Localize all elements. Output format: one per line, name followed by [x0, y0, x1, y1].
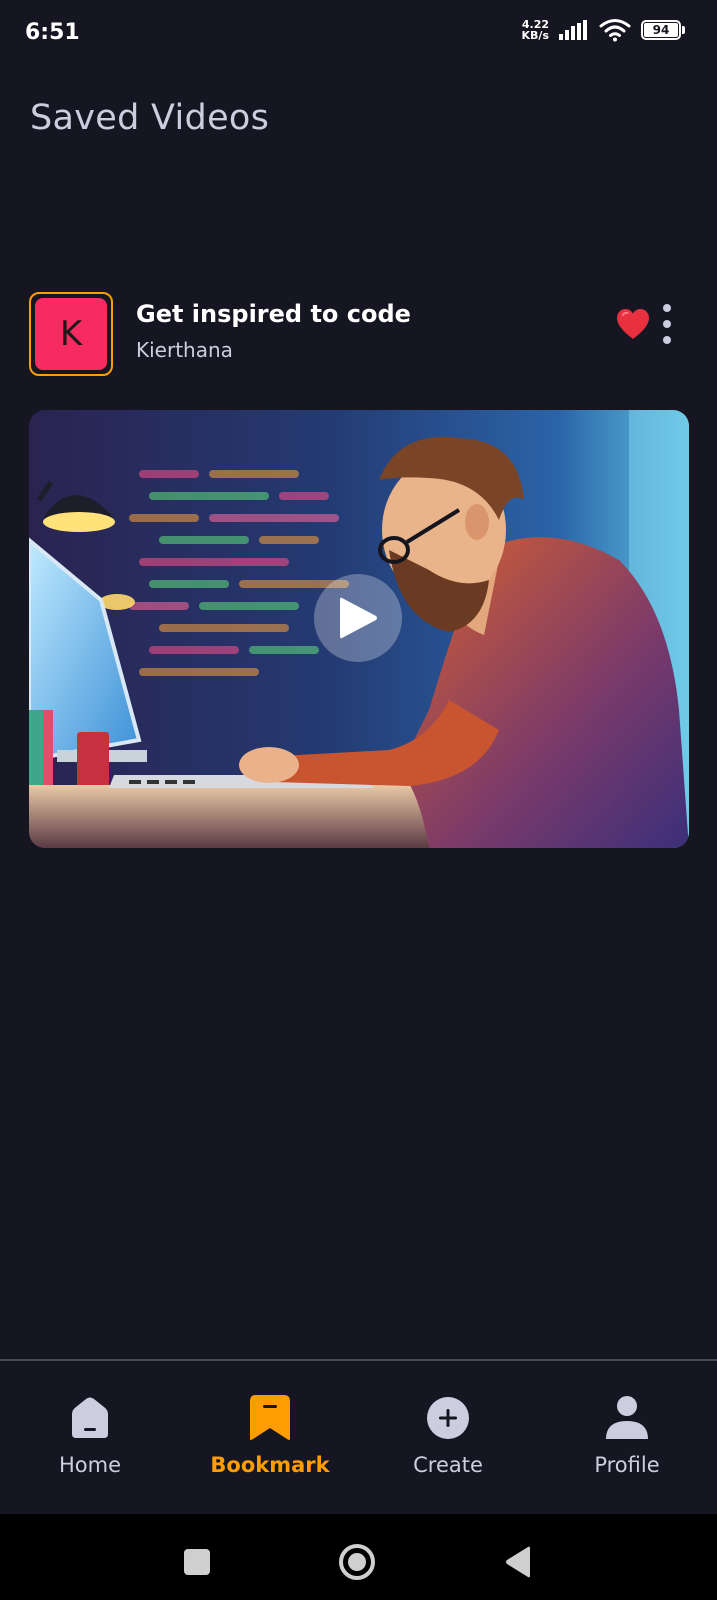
page-title: Saved Videos — [30, 98, 270, 138]
battery-icon: 94 — [641, 20, 685, 40]
home-nav-button[interactable] — [337, 1542, 377, 1582]
play-icon — [340, 597, 377, 639]
system-nav-bar — [0, 1514, 717, 1600]
tab-home-label: Home — [58, 1453, 121, 1477]
video-info: Get inspired to code Kierthana — [136, 300, 411, 362]
tab-create[interactable]: Create — [378, 1395, 518, 1477]
home-circle-icon — [339, 1544, 375, 1580]
bottom-tab-bar: Home Bookmark Create Profile — [0, 1359, 717, 1514]
status-bar: 6:51 4.22 KB/s 94 — [0, 0, 717, 70]
recents-button[interactable] — [177, 1542, 217, 1582]
plus-circle-icon — [427, 1397, 469, 1439]
heart-icon[interactable] — [615, 308, 651, 340]
status-time: 6:51 — [25, 20, 80, 45]
recents-icon — [184, 1549, 210, 1575]
signal-icon — [559, 20, 587, 40]
screen: 6:51 4.22 KB/s 94 Saved Videos K Get ins… — [0, 0, 717, 1600]
tab-profile-label: Profile — [594, 1453, 660, 1477]
video-card: K Get inspired to code Kierthana — [29, 290, 689, 848]
video-creator: Kierthana — [136, 338, 233, 362]
wifi-icon — [599, 19, 631, 42]
home-icon — [72, 1397, 108, 1438]
tab-bookmark[interactable]: Bookmark — [200, 1395, 340, 1477]
back-button[interactable] — [498, 1542, 538, 1582]
creator-avatar[interactable]: K — [29, 292, 113, 376]
tab-profile[interactable]: Profile — [557, 1395, 697, 1477]
profile-icon — [606, 1396, 648, 1439]
video-thumbnail[interactable] — [29, 410, 689, 848]
tab-bookmark-label: Bookmark — [210, 1453, 330, 1477]
network-speed: 4.22 KB/s — [522, 19, 549, 41]
status-icons: 4.22 KB/s 94 — [522, 18, 685, 42]
network-speed-unit: KB/s — [521, 29, 549, 42]
battery-level: 94 — [644, 23, 678, 37]
video-title: Get inspired to code — [136, 300, 411, 328]
bookmark-icon — [250, 1395, 290, 1440]
avatar-letter: K — [35, 298, 107, 370]
video-card-header: K Get inspired to code Kierthana — [29, 290, 689, 376]
tab-home[interactable]: Home — [20, 1395, 160, 1477]
back-icon — [506, 1546, 530, 1578]
play-button[interactable] — [314, 574, 402, 662]
tab-create-label: Create — [413, 1453, 483, 1477]
more-vertical-icon[interactable] — [659, 304, 675, 344]
